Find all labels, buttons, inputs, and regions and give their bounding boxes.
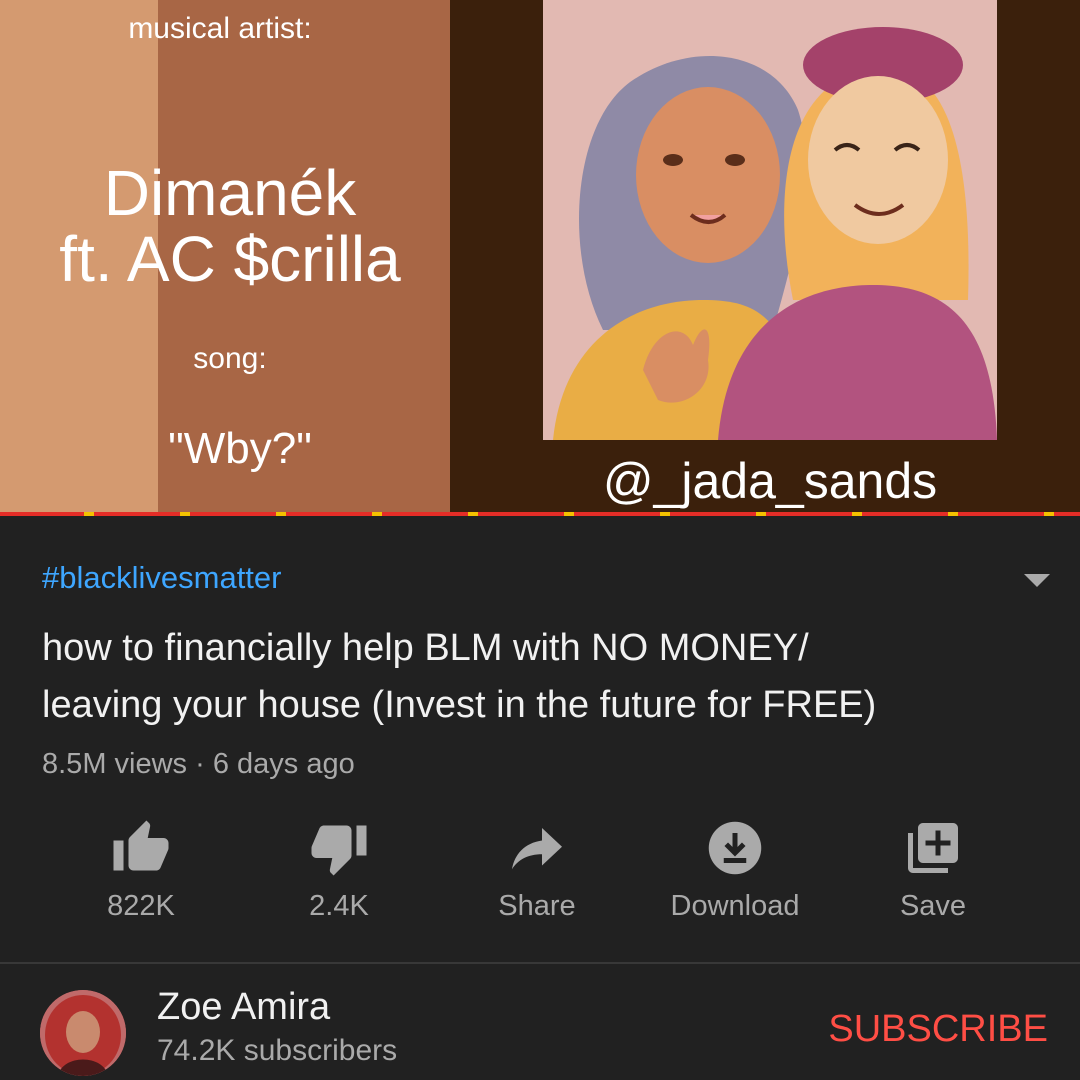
action-bar: 822K 2.4K Share Download Save xyxy=(0,810,1080,930)
ad-marker xyxy=(468,512,478,516)
save-button[interactable]: Save xyxy=(838,810,1028,930)
artist-name: Dimanék ft. AC $crilla xyxy=(10,160,450,292)
like-button[interactable]: 822K xyxy=(46,810,236,930)
download-label: Download xyxy=(670,890,800,922)
video-player[interactable]: musical artist: Dimanék ft. AC $crilla s… xyxy=(0,0,1080,516)
channel-avatar[interactable] xyxy=(40,990,126,1076)
thumbs-up-icon xyxy=(111,818,171,878)
artist-name-line1: Dimanék xyxy=(103,157,357,229)
download-button[interactable]: Download xyxy=(640,810,830,930)
ad-marker xyxy=(1044,512,1054,516)
subscribe-button[interactable]: SUBSCRIBE xyxy=(828,1008,1048,1051)
video-meta: 8.5M views · 6 days ago xyxy=(42,748,355,780)
artist-label: musical artist: xyxy=(128,12,312,45)
dislike-count: 2.4K xyxy=(309,890,369,922)
ad-marker xyxy=(180,512,190,516)
expand-description-icon[interactable] xyxy=(1020,568,1054,592)
ad-marker xyxy=(372,512,382,516)
save-label: Save xyxy=(899,890,967,922)
ad-marker xyxy=(948,512,958,516)
artist-name-line2: ft. AC $crilla xyxy=(59,223,401,295)
art-credit: @_jada_sands xyxy=(602,453,938,509)
channel-row: Zoe Amira 74.2K subscribers SUBSCRIBE xyxy=(0,964,1080,1080)
video-title-line1: how to financially help BLM with NO MONE… xyxy=(42,627,809,669)
ad-marker xyxy=(84,512,94,516)
ad-marker xyxy=(564,512,574,516)
share-icon xyxy=(507,818,567,878)
playlist-add-icon xyxy=(903,818,963,878)
artwork-illustration xyxy=(543,0,997,440)
progress-fill xyxy=(0,512,1080,516)
download-icon xyxy=(705,818,765,878)
song-title: "Wby?" xyxy=(168,424,312,473)
video-title-line2: leaving your house (Invest in the future… xyxy=(42,684,877,726)
thumbs-down-icon xyxy=(309,818,369,878)
ad-marker xyxy=(276,512,286,516)
subscriber-count: 74.2K subscribers xyxy=(157,1034,398,1067)
ad-marker xyxy=(660,512,670,516)
channel-name[interactable]: Zoe Amira xyxy=(157,986,330,1029)
video-title[interactable]: how to financially help BLM with NO MONE… xyxy=(42,620,1032,734)
like-count: 822K xyxy=(107,890,175,922)
share-label: Share xyxy=(498,890,576,922)
share-button[interactable]: Share xyxy=(442,810,632,930)
ad-marker xyxy=(852,512,862,516)
ad-marker xyxy=(756,512,766,516)
progress-bar[interactable] xyxy=(0,512,1080,516)
song-label: song: xyxy=(193,342,267,375)
hashtag-link[interactable]: #blacklivesmatter xyxy=(42,560,281,596)
dislike-button[interactable]: 2.4K xyxy=(244,810,434,930)
